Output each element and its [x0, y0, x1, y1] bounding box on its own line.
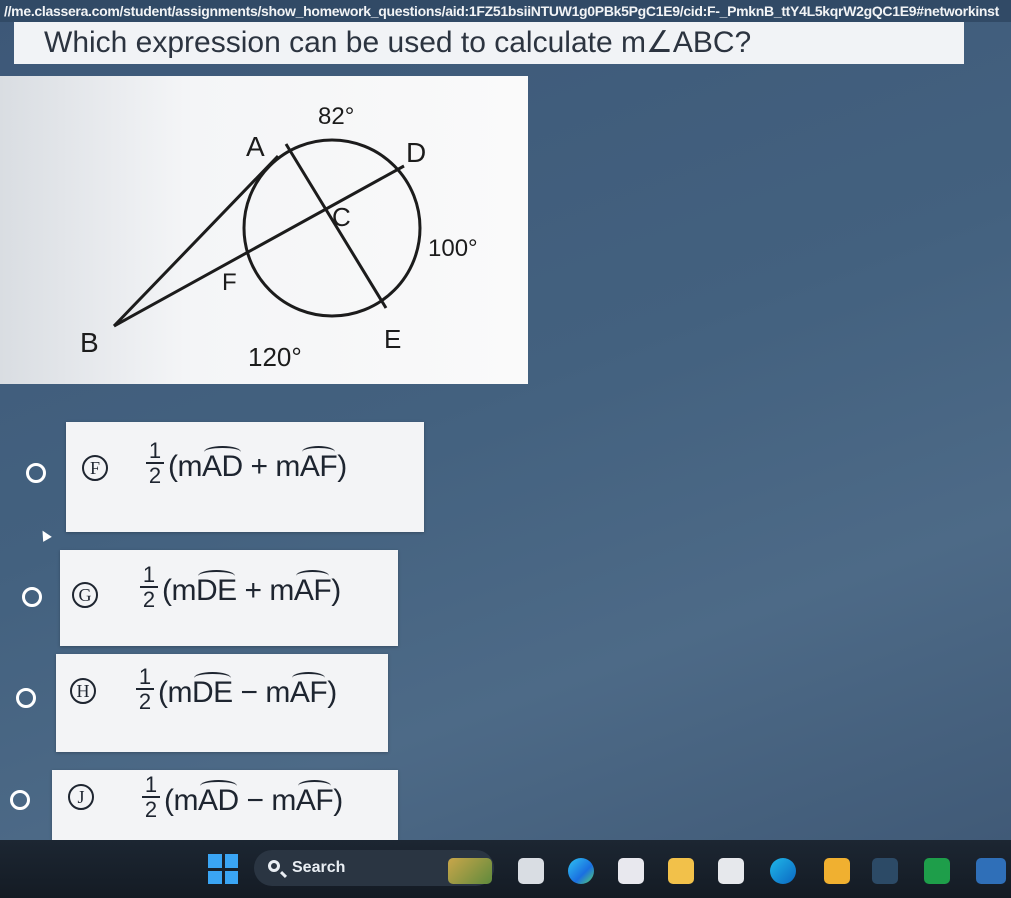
expression-f: (mAD + mAF): [168, 446, 347, 484]
arc-term-2: AF: [293, 570, 332, 607]
fraction-g: 1 2: [140, 564, 158, 612]
expr-open: (m: [162, 574, 196, 607]
expr-operator: − m: [238, 784, 297, 817]
task-view-icon[interactable]: [518, 858, 544, 884]
arc-term-1: DE: [195, 570, 237, 607]
secant-ba: [112, 154, 280, 328]
circle-diagram-svg: A B C D E F 82° 100° 120°: [80, 103, 478, 372]
circle-diagram: A B C D E F 82° 100° 120°: [0, 76, 528, 384]
mouse-cursor-icon: [38, 528, 52, 542]
expr-close: ): [333, 784, 343, 817]
expr-close: ): [331, 574, 341, 607]
option-letter-h: H: [70, 678, 96, 704]
fraction-f: 1 2: [146, 440, 164, 488]
arc-term-1: DE: [191, 672, 233, 709]
edge-app-icon[interactable]: [770, 858, 796, 884]
expr-operator: + m: [242, 450, 301, 483]
expression-g: (mDE + mAF): [162, 570, 341, 608]
question-text: Which expression can be used to calculat…: [14, 22, 964, 64]
label-d: D: [406, 137, 426, 168]
answer-card-g[interactable]: G 1 2 (mDE + mAF): [60, 550, 398, 646]
option-letter-j: J: [68, 784, 94, 810]
option-letter-g: G: [72, 582, 98, 608]
expr-open: (m: [158, 676, 192, 709]
fraction-j: 1 2: [142, 774, 160, 822]
answer-card-f[interactable]: F 1 2 (mAD + mAF): [66, 422, 424, 532]
answer-card-j[interactable]: J 1 2 (mAD − mAF): [52, 770, 398, 840]
windows-start-icon[interactable]: [208, 854, 238, 884]
expr-operator: + m: [236, 574, 295, 607]
app-icon-orange[interactable]: [824, 858, 850, 884]
arc-term-1: AD: [197, 780, 239, 817]
label-b: B: [80, 327, 99, 358]
file-explorer-icon[interactable]: [668, 858, 694, 884]
fraction-numerator: 1: [136, 666, 154, 690]
fraction-denominator: 2: [142, 587, 156, 612]
arc-term-1: AD: [201, 446, 243, 483]
fraction-denominator: 2: [138, 689, 152, 714]
xbox-icon[interactable]: [924, 858, 950, 884]
taskbar: Search: [0, 840, 1011, 898]
store-icon[interactable]: [718, 858, 744, 884]
expression-j: (mAD − mAF): [164, 780, 343, 818]
fraction-h: 1 2: [136, 666, 154, 714]
arc-label-bottom: 120°: [248, 342, 302, 372]
edge-browser-icon[interactable]: [568, 858, 594, 884]
arc-term-2: AF: [299, 446, 338, 483]
radio-option-f[interactable]: [26, 463, 46, 483]
fraction-numerator: 1: [146, 440, 164, 464]
radio-option-g[interactable]: [22, 587, 42, 607]
arc-term-2: AF: [289, 672, 328, 709]
arc-label-top: 82°: [318, 103, 354, 130]
expr-open: (m: [164, 784, 198, 817]
label-f: F: [222, 269, 237, 296]
expr-open: (m: [168, 450, 202, 483]
search-label: Search: [292, 859, 346, 876]
fraction-denominator: 2: [148, 463, 162, 488]
label-e: E: [384, 324, 401, 354]
radio-option-j[interactable]: [10, 790, 30, 810]
browser-url-bar[interactable]: //me.classera.com/student/assignments/sh…: [0, 0, 1011, 22]
expression-h: (mDE − mAF): [158, 672, 337, 710]
search-icon: [268, 860, 280, 872]
app-icon-dark[interactable]: [872, 858, 898, 884]
expr-close: ): [327, 676, 337, 709]
weather-widget-icon[interactable]: [448, 858, 492, 884]
expr-operator: − m: [232, 676, 291, 709]
fraction-numerator: 1: [140, 564, 158, 588]
secant-bd: [113, 164, 405, 328]
radio-option-h[interactable]: [16, 688, 36, 708]
label-c: C: [332, 202, 351, 232]
label-a: A: [246, 131, 265, 162]
option-letter-f: F: [82, 455, 108, 481]
app-icon-blue[interactable]: [976, 858, 1006, 884]
answer-card-h[interactable]: H 1 2 (mDE − mAF): [56, 654, 388, 752]
arc-label-right: 100°: [428, 235, 478, 262]
fraction-numerator: 1: [142, 774, 160, 798]
expr-close: ): [337, 450, 347, 483]
fraction-denominator: 2: [144, 797, 158, 822]
copilot-icon[interactable]: [618, 858, 644, 884]
arc-term-2: AF: [295, 780, 334, 817]
